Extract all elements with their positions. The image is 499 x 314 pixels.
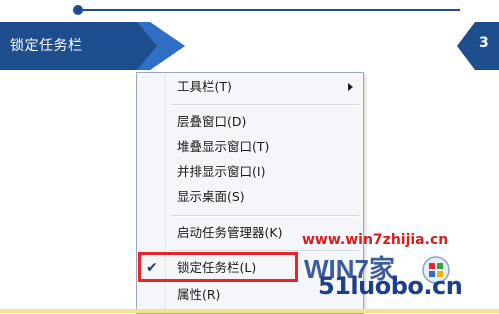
watermark-site: 51luobo.cn	[318, 272, 463, 300]
highlight-box	[138, 252, 298, 282]
menu-item-show-desktop[interactable]: 显示桌面(S)	[139, 186, 361, 208]
submenu-arrow-icon	[348, 83, 353, 91]
menu-item-label: 堆叠显示窗口(T)	[177, 139, 270, 154]
menu-item-label: 层叠窗口(D)	[177, 114, 247, 129]
bottom-accent-bar	[0, 309, 499, 313]
menu-separator	[171, 104, 359, 106]
title-banner: 锁定任务栏	[0, 22, 185, 70]
menu-item-side-by-side-windows[interactable]: 并排显示窗口(I)	[139, 161, 361, 183]
page-number-badge: 3	[457, 22, 499, 70]
top-divider-dot	[73, 5, 83, 15]
menu-item-label: 属性(R)	[177, 287, 221, 302]
banner-arrow-accent	[137, 22, 185, 70]
menu-separator	[171, 215, 359, 217]
menu-item-stacked-windows[interactable]: 堆叠显示窗口(T)	[139, 136, 361, 158]
top-divider-line	[78, 9, 460, 11]
menu-item-label: 工具栏(T)	[177, 79, 232, 94]
menu-item-label: 启动任务管理器(K)	[177, 225, 283, 240]
menu-item-label: 显示桌面(S)	[177, 189, 245, 204]
page-number: 3	[479, 35, 489, 51]
page-title: 锁定任务栏	[10, 38, 83, 54]
menu-item-cascade-windows[interactable]: 层叠窗口(D)	[139, 111, 361, 133]
menu-item-toolbars[interactable]: 工具栏(T)	[139, 76, 361, 98]
menu-item-label: 并排显示窗口(I)	[177, 164, 266, 179]
watermark-url: www.win7zhijia.cn	[302, 232, 449, 248]
